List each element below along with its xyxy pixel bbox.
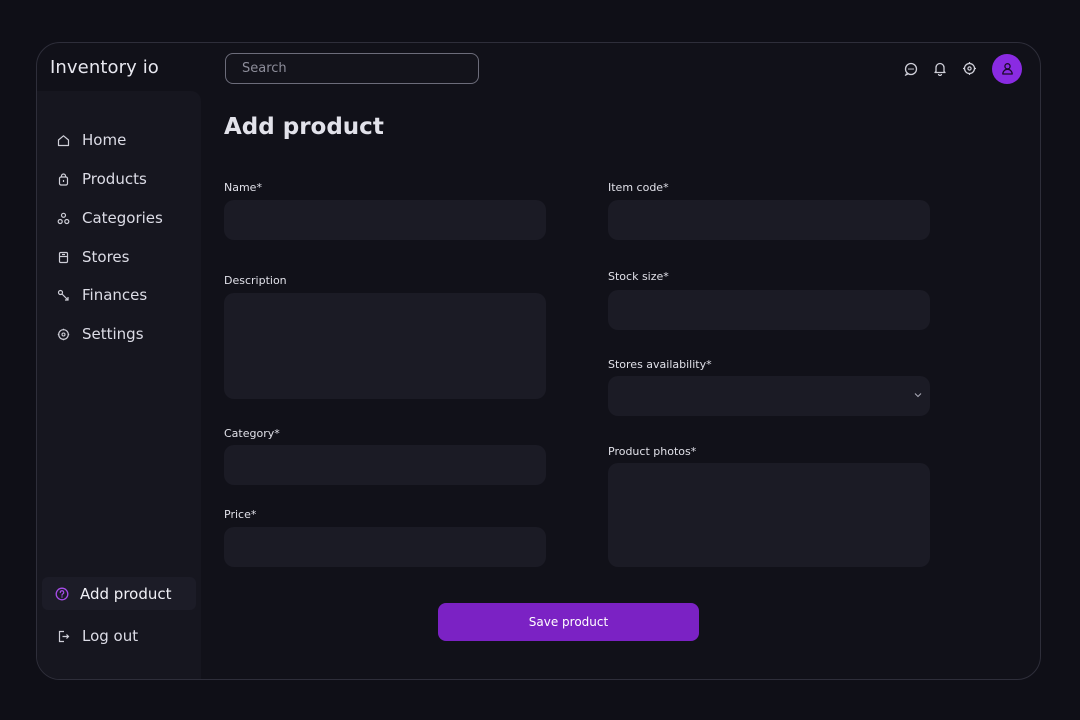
- category-label: Category*: [224, 427, 280, 440]
- sidebar-item-label: Settings: [82, 325, 144, 343]
- description-label: Description: [224, 274, 287, 287]
- avatar[interactable]: [992, 53, 1022, 84]
- sidebar-item-stores[interactable]: Stores: [57, 246, 129, 268]
- header-actions: [902, 53, 1022, 84]
- search-input[interactable]: [225, 53, 479, 84]
- sidebar-item-label: Categories: [82, 209, 163, 227]
- chat-icon[interactable]: [902, 60, 920, 78]
- store-icon: [58, 251, 69, 263]
- home-icon: [57, 134, 70, 146]
- bell-icon[interactable]: [931, 60, 949, 78]
- stock-size-label: Stock size*: [608, 270, 669, 283]
- sidebar-item-label: Home: [82, 131, 127, 149]
- sidebar-item-home[interactable]: Home: [57, 129, 126, 151]
- description-field[interactable]: [224, 293, 546, 399]
- category-field[interactable]: [224, 445, 546, 485]
- stock-size-field[interactable]: [608, 290, 930, 330]
- categories-icon: [57, 212, 70, 224]
- price-label: Price*: [224, 508, 257, 521]
- sidebar-item-products[interactable]: Products: [57, 168, 147, 190]
- help-circle-icon: [55, 587, 69, 600]
- logout-icon: [58, 630, 70, 642]
- sidebar-item-label: Add product: [80, 584, 172, 603]
- sidebar-item-label: Log out: [82, 627, 139, 645]
- stores-availability-label: Stores availability*: [608, 358, 712, 371]
- name-field[interactable]: [224, 200, 546, 240]
- settings-icon: [57, 328, 70, 340]
- gear-icon[interactable]: [960, 60, 978, 78]
- chevron-down-icon: [914, 393, 922, 398]
- app-window: Inventory io Home Products Categories: [36, 42, 1041, 680]
- logout-button[interactable]: Log out: [57, 625, 138, 647]
- bag-icon: [58, 172, 69, 186]
- name-label: Name*: [224, 181, 262, 194]
- product-photos-dropzone[interactable]: [608, 463, 930, 567]
- stores-availability-select[interactable]: [608, 376, 930, 416]
- sidebar-item-label: Finances: [82, 286, 148, 304]
- save-product-button[interactable]: Save product: [438, 603, 699, 641]
- sidebar-item-categories[interactable]: Categories: [57, 207, 163, 229]
- product-photos-label: Product photos*: [608, 445, 697, 458]
- user-icon: [1001, 63, 1013, 75]
- sidebar-item-label: Stores: [82, 248, 130, 266]
- brand-logo: Inventory io: [50, 57, 159, 78]
- page-title: Add product: [224, 114, 384, 140]
- price-field[interactable]: [224, 527, 546, 567]
- sidebar: Home Products Categories Stores Finances…: [37, 91, 201, 679]
- item-code-field[interactable]: [608, 200, 930, 240]
- item-code-label: Item code*: [608, 181, 669, 194]
- sidebar-item-finances[interactable]: Finances: [57, 284, 147, 306]
- finances-icon: [57, 289, 69, 301]
- sidebar-item-add-product[interactable]: Add product: [42, 577, 196, 610]
- sidebar-item-settings[interactable]: Settings: [57, 323, 144, 345]
- sidebar-item-label: Products: [82, 170, 147, 188]
